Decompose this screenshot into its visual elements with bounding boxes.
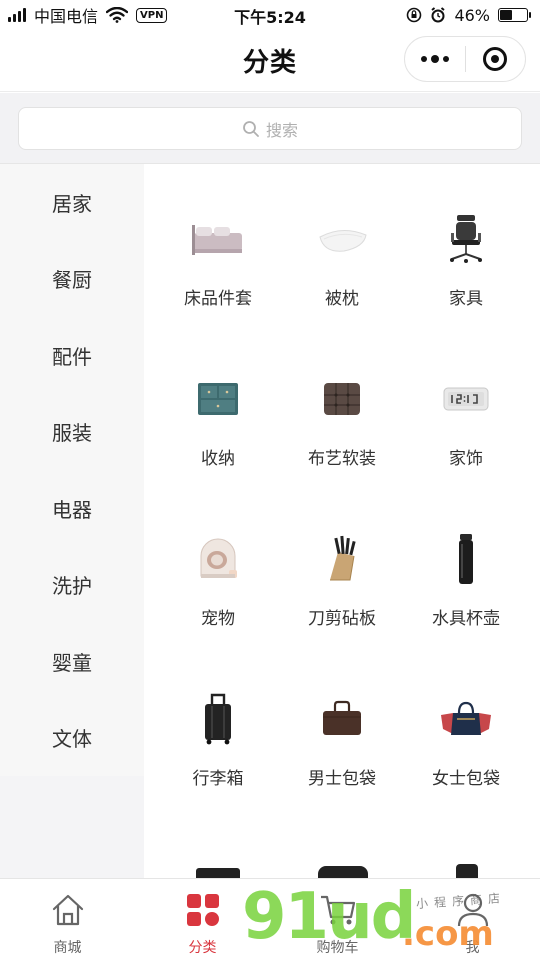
category-item-womens-bags[interactable]: 女士包袋 <box>400 644 532 804</box>
category-label: 男士包袋 <box>308 769 376 789</box>
close-mini-program-button[interactable] <box>465 37 525 81</box>
sidebar-item-label: 电器 <box>52 497 92 522</box>
sidebar-item-home[interactable]: 居家 <box>0 164 144 241</box>
category-label: 收纳 <box>201 449 235 469</box>
category-label: 家饰 <box>449 449 483 469</box>
category-label: 刀剪砧板 <box>308 609 376 629</box>
sidebar-item-sports[interactable]: 文体 <box>0 700 144 777</box>
category-item-pet[interactable]: 宠物 <box>152 484 284 644</box>
mens-bag-icon <box>312 689 372 749</box>
womens-bag-icon <box>436 689 496 749</box>
suitcase-icon <box>188 689 248 749</box>
category-label: 女士包袋 <box>432 769 500 789</box>
sidebar-item-appliances[interactable]: 电器 <box>0 470 144 547</box>
rotation-lock-icon <box>407 7 422 23</box>
cushion-icon <box>312 369 372 429</box>
sidebar-item-label: 服装 <box>52 421 92 446</box>
search-icon <box>243 120 259 137</box>
category-item-home-decor[interactable]: 家饰 <box>400 324 532 484</box>
thermos-icon <box>436 529 496 589</box>
user-icon <box>454 891 492 929</box>
partial-item-2-icon <box>318 866 368 878</box>
search-area: 搜索 <box>0 93 540 164</box>
category-item-knives[interactable]: 刀剪砧板 <box>276 484 408 644</box>
storage-drawer-icon <box>188 369 248 429</box>
battery-level-fill <box>500 10 512 20</box>
status-right: 46% <box>406 4 531 26</box>
battery-percent: 46% <box>454 5 490 25</box>
category-label: 被枕 <box>325 289 359 309</box>
alarm-icon <box>431 7 446 23</box>
sidebar-item-clothing[interactable]: 服装 <box>0 394 144 471</box>
bedding-icon <box>188 209 248 269</box>
tab-me[interactable]: 我 <box>405 879 540 960</box>
category-item-drinkware[interactable]: 水具杯壶 <box>400 484 532 644</box>
tab-bar: 商城 分类 购物车 我 <box>0 878 540 960</box>
nav-bar: 分类 <box>0 30 540 92</box>
category-item-storage[interactable]: 收纳 <box>152 324 284 484</box>
status-bar: 中国电信 VPN 下午5:24 46% <box>0 0 540 30</box>
category-label: 水具杯壶 <box>432 609 500 629</box>
carrier-name: 中国电信 <box>34 7 99 26</box>
sidebar-item-label: 居家 <box>52 191 92 216</box>
sidebar-item-accessories[interactable]: 配件 <box>0 317 144 394</box>
tab-label: 购物车 <box>316 940 359 956</box>
partial-item-3-icon <box>456 864 478 878</box>
search-placeholder: 搜索 <box>265 120 298 140</box>
category-label: 行李箱 <box>192 769 244 789</box>
home-icon <box>49 891 87 929</box>
category-item-mens-bags[interactable]: 男士包袋 <box>276 644 408 804</box>
tab-label: 分类 <box>188 940 217 956</box>
partial-item-1-icon <box>196 868 240 878</box>
cart-icon <box>319 891 357 929</box>
category-item-luggage[interactable]: 行李箱 <box>152 644 284 804</box>
category-label: 床品件套 <box>184 289 252 309</box>
category-item-furniture[interactable]: 家具 <box>400 164 532 324</box>
category-label: 宠物 <box>201 609 235 629</box>
sidebar-item-label: 洗护 <box>52 574 92 599</box>
signal-icon <box>8 8 26 22</box>
tab-home[interactable]: 商城 <box>0 879 135 960</box>
sidebar-item-kitchen[interactable]: 餐厨 <box>0 241 144 318</box>
category-sidebar: 居家 餐厨 配件 服装 电器 洗护 婴童 文体 <box>0 164 144 878</box>
more-button[interactable] <box>405 37 465 81</box>
search-input[interactable]: 搜索 <box>18 107 522 150</box>
tab-category[interactable]: 分类 <box>135 879 270 960</box>
target-icon <box>483 47 508 71</box>
category-label: 家具 <box>449 289 483 309</box>
sidebar-item-label: 餐厨 <box>52 268 92 293</box>
digital-clock-icon <box>436 369 496 429</box>
partial-row-peek <box>144 862 540 878</box>
sidebar-item-label: 文体 <box>52 727 92 752</box>
pillow-icon <box>312 209 372 269</box>
category-item-soft-furnishing[interactable]: 布艺软装 <box>276 324 408 484</box>
more-dots-icon <box>420 55 449 63</box>
chair-icon <box>436 209 496 269</box>
category-label: 布艺软装 <box>308 449 376 469</box>
category-item-pillow[interactable]: 被枕 <box>276 164 408 324</box>
battery-icon <box>498 8 531 22</box>
status-left: 中国电信 VPN <box>8 4 168 26</box>
sidebar-item-personal-care[interactable]: 洗护 <box>0 547 144 624</box>
sidebar-item-baby[interactable]: 婴童 <box>0 623 144 700</box>
sidebar-item-label: 婴童 <box>52 650 92 675</box>
category-grid: 床品件套 被枕 家具 收纳 布艺软装 家饰 宠物 刀剪砧板 水具杯壶 行李箱 男… <box>144 164 540 878</box>
tab-label: 商城 <box>53 940 82 956</box>
mini-program-capsule <box>404 36 526 82</box>
sidebar-list: 居家 餐厨 配件 服装 电器 洗护 婴童 文体 <box>0 164 144 776</box>
sidebar-item-label: 配件 <box>52 344 92 369</box>
tab-cart[interactable]: 购物车 <box>270 879 405 960</box>
tab-label: 我 <box>465 940 480 956</box>
knife-block-icon <box>312 529 372 589</box>
category-icon <box>184 891 222 929</box>
category-item-bedding[interactable]: 床品件套 <box>152 164 284 324</box>
pet-litter-box-icon <box>188 529 248 589</box>
vpn-badge: VPN <box>136 7 168 23</box>
wifi-icon <box>106 7 129 23</box>
